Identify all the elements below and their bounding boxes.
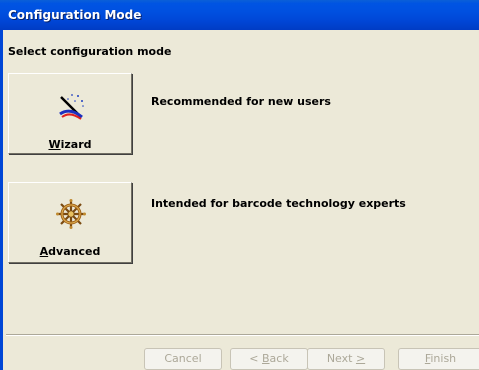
advanced-label: Advanced	[39, 245, 101, 258]
wizard-button[interactable]: Wizard	[8, 73, 132, 154]
dialog-body: Select configuration mode Wizard Recomme…	[0, 30, 479, 370]
finish-button[interactable]: Finish	[398, 348, 479, 370]
advanced-description: Intended for barcode technology experts	[151, 197, 406, 210]
wand-icon	[59, 94, 84, 120]
button-separator	[6, 334, 479, 336]
cancel-button[interactable]: Cancel	[144, 348, 222, 370]
next-button[interactable]: Next >	[307, 348, 385, 370]
wizard-label: Wizard	[48, 138, 92, 151]
configuration-mode-window: Configuration Mode Select configuration …	[0, 0, 479, 370]
page-subtitle: Select configuration mode	[8, 45, 172, 58]
ship-wheel-icon	[56, 199, 86, 229]
title-bar[interactable]: Configuration Mode	[0, 0, 479, 30]
window-title: Configuration Mode	[8, 8, 142, 22]
wizard-description: Recommended for new users	[151, 95, 331, 108]
back-button[interactable]: < Back	[230, 348, 308, 370]
advanced-button[interactable]: Advanced	[8, 182, 132, 263]
